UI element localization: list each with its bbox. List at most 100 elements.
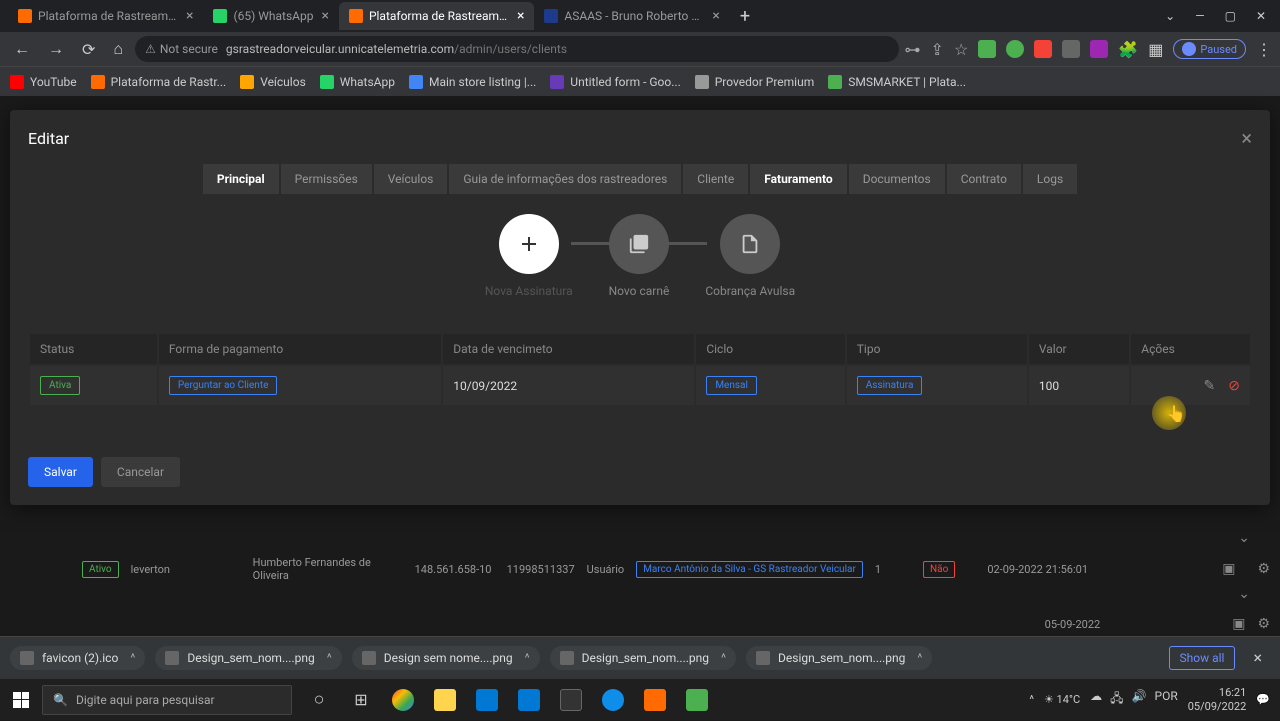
tab-cliente[interactable]: Cliente <box>683 164 748 194</box>
app-icon[interactable] <box>678 681 716 719</box>
tab-veiculos[interactable]: Veículos <box>374 164 448 194</box>
taskbar-search[interactable]: 🔍 Digite aqui para pesquisar <box>42 685 292 715</box>
bookmark-item[interactable]: Veículos <box>240 75 306 89</box>
tab-close-icon[interactable]: × <box>321 8 328 24</box>
address-bar[interactable]: ⚠ Not secure gsrastreadorveicular.unnica… <box>135 36 898 62</box>
cancel-button[interactable]: Cancelar <box>101 457 180 487</box>
invoice-icon <box>720 214 780 274</box>
delete-icon[interactable]: ⊘ <box>1228 378 1240 394</box>
browser-tab[interactable]: (65) WhatsApp × <box>203 2 338 30</box>
tab-contrato[interactable]: Contrato <box>947 164 1021 194</box>
tab-documentos[interactable]: Documentos <box>849 164 945 194</box>
store-icon[interactable] <box>510 681 548 719</box>
mail-icon[interactable] <box>468 681 506 719</box>
language-icon[interactable]: POR <box>1155 689 1178 710</box>
maximize-icon[interactable]: ▢ <box>1225 9 1236 23</box>
chevron-up-icon[interactable]: ^ <box>721 651 726 665</box>
show-all-button[interactable]: Show all <box>1169 646 1236 670</box>
bookmark-item[interactable]: Plataforma de Rastr... <box>91 75 227 89</box>
start-button[interactable] <box>0 679 42 721</box>
minimize-icon[interactable]: — <box>1195 9 1204 23</box>
bookmark-item[interactable]: Untitled form - Goo... <box>550 75 680 89</box>
gear-icon[interactable]: ⚙ <box>1257 561 1270 577</box>
tab-close-icon[interactable]: × <box>712 8 719 24</box>
tab-close-icon[interactable]: × <box>186 8 193 24</box>
tab-logs[interactable]: Logs <box>1023 164 1077 194</box>
volume-icon[interactable]: 🔊 <box>1132 689 1147 710</box>
forward-button[interactable]: → <box>42 35 70 63</box>
chevron-up-icon[interactable]: ^ <box>327 651 332 665</box>
bookmark-item[interactable]: WhatsApp <box>320 75 395 89</box>
bookmark-item[interactable]: Provedor Premium <box>695 75 815 89</box>
clock[interactable]: 16:21 05/09/2022 <box>1188 686 1247 712</box>
share-icon[interactable]: ⇪ <box>931 40 944 59</box>
teamviewer-icon[interactable] <box>594 681 632 719</box>
home-button[interactable]: ⌂ <box>107 35 129 63</box>
tab-faturamento[interactable]: Faturamento <box>750 164 847 194</box>
weather-widget[interactable]: ☀ 14°C <box>1044 693 1080 706</box>
profile-paused[interactable]: Paused <box>1173 39 1246 59</box>
back-button[interactable]: ← <box>8 35 36 63</box>
bookmark-item[interactable]: SMSMARKET | Plata... <box>828 75 966 89</box>
security-indicator[interactable]: ⚠ Not secure <box>145 42 218 56</box>
app-icon[interactable]: ▦ <box>1148 40 1163 59</box>
onedrive-icon[interactable]: ☁ <box>1090 689 1102 710</box>
windows-taskbar: 🔍 Digite aqui para pesquisar ○ ⊞ ^ ☀ 14°… <box>0 678 1280 720</box>
new-tab-button[interactable]: + <box>730 6 760 27</box>
extension-icon[interactable] <box>1034 40 1052 58</box>
menu-icon[interactable]: ⋮ <box>1256 40 1272 59</box>
close-shelf-icon[interactable]: × <box>1245 648 1270 667</box>
app-icon[interactable] <box>552 681 590 719</box>
chrome-icon[interactable] <box>384 681 422 719</box>
camera-icon[interactable]: ▣ <box>1232 616 1245 632</box>
close-window-icon[interactable]: ✕ <box>1256 9 1266 23</box>
app-icon[interactable] <box>636 681 674 719</box>
tab-guia[interactable]: Guia de informações dos rastreadores <box>449 164 681 194</box>
step-cobranca-avulsa[interactable]: Cobrança Avulsa <box>705 214 795 298</box>
star-icon[interactable]: ☆ <box>954 40 968 59</box>
extension-icon[interactable] <box>1090 40 1108 58</box>
camera-icon[interactable]: ▣ <box>1222 561 1235 577</box>
bookmark-item[interactable]: Main store listing |... <box>409 75 536 89</box>
chevron-up-icon[interactable]: ^ <box>917 651 922 665</box>
step-novo-carne[interactable]: Novo carnê <box>609 214 670 298</box>
chevron-up-icon[interactable]: ^ <box>130 651 135 665</box>
row-expand-icon[interactable]: ⌄ <box>1238 586 1250 602</box>
tab-close-icon[interactable]: × <box>517 8 524 24</box>
extensions-icon[interactable]: 🧩 <box>1118 40 1138 59</box>
col-valor: Valor <box>1029 334 1129 364</box>
key-icon[interactable]: ⊶ <box>905 40 921 59</box>
task-view-icon[interactable]: ⊞ <box>342 681 380 719</box>
download-item[interactable]: favicon (2).ico^ <box>10 646 145 670</box>
row-expand-icon[interactable]: ⌄ <box>1238 530 1250 546</box>
browser-tab-active[interactable]: Plataforma de Rastreamento e g × <box>339 2 534 30</box>
tray-chevron-icon[interactable]: ^ <box>1029 693 1034 706</box>
cell-date: 10/09/2022 <box>443 366 694 405</box>
tab-principal[interactable]: Principal <box>203 164 279 194</box>
cortana-icon[interactable]: ○ <box>300 681 338 719</box>
download-item[interactable]: Design_sem_nom....png^ <box>550 646 736 670</box>
step-nova-assinatura[interactable]: Nova Assinatura <box>485 214 573 298</box>
extension-icon[interactable] <box>978 40 996 58</box>
extension-icon[interactable] <box>1006 40 1024 58</box>
reload-button[interactable]: ⟳ <box>76 36 101 63</box>
save-button[interactable]: Salvar <box>28 457 93 487</box>
modal-close-icon[interactable]: × <box>1241 126 1252 150</box>
edit-icon[interactable]: ✎ <box>1204 378 1216 394</box>
network-icon[interactable]: 🖧 <box>1110 689 1123 710</box>
download-item[interactable]: Design_sem_nom....png^ <box>155 646 341 670</box>
notifications-icon[interactable]: 💬 <box>1256 693 1270 706</box>
download-item[interactable]: Design_sem_nom....png ^ <box>746 646 932 670</box>
bookmark-label: Veículos <box>260 75 306 89</box>
gear-icon[interactable]: ⚙ <box>1257 616 1270 632</box>
bookmark-item[interactable]: YouTube <box>10 75 77 89</box>
extension-icon[interactable] <box>1062 40 1080 58</box>
explorer-icon[interactable] <box>426 681 464 719</box>
tab-permissoes[interactable]: Permissões <box>281 164 372 194</box>
browser-tab[interactable]: Plataforma de Rastreamento e g × <box>8 2 203 30</box>
chevron-up-icon[interactable]: ^ <box>525 651 530 665</box>
download-item[interactable]: Design sem nome....png^ <box>352 646 540 670</box>
browser-tab[interactable]: ASAAS - Bruno Roberto Vieira d × <box>534 2 729 30</box>
chevron-down-icon[interactable]: ⌄ <box>1165 9 1175 23</box>
download-filename: Design_sem_nom....png <box>778 651 905 665</box>
